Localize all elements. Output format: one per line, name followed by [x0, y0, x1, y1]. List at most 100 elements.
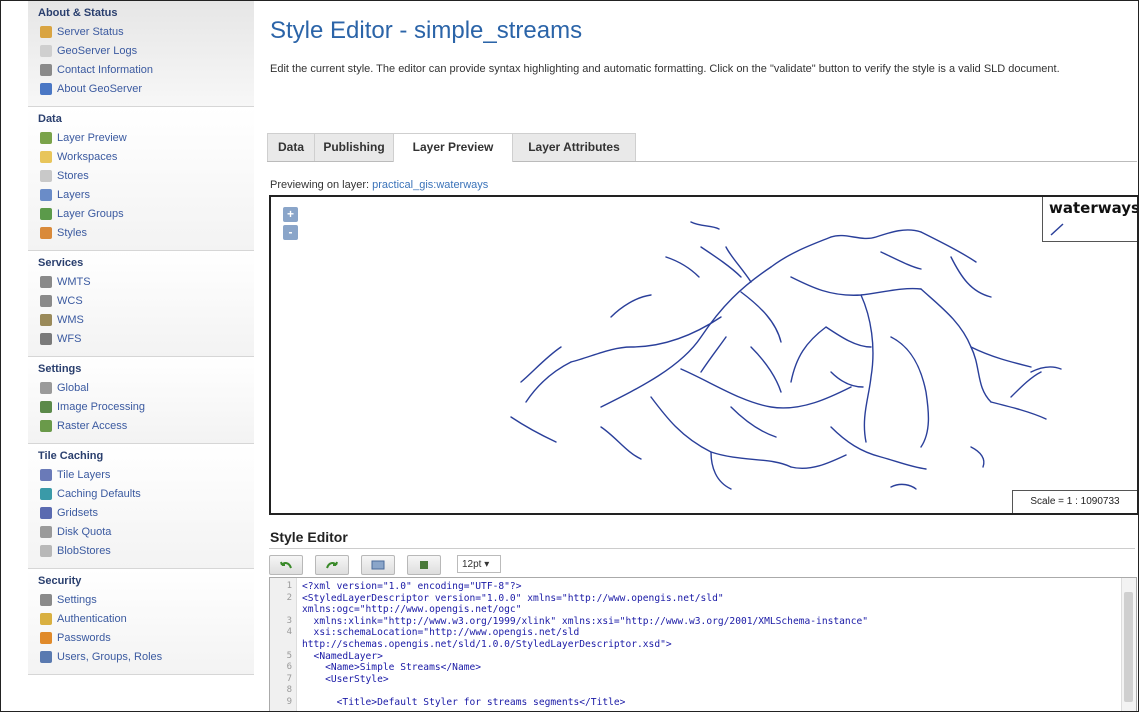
sidebar-item[interactable]: GeoServer Logs — [38, 41, 254, 60]
scale-readout: Scale = 1 : 1090733 — [1012, 490, 1137, 513]
palette-button[interactable] — [407, 555, 441, 575]
sidebar-item[interactable]: WFS — [38, 329, 254, 348]
server-status-icon — [40, 25, 52, 38]
logs-icon — [40, 44, 52, 57]
sidebar-item[interactable]: Image Processing — [38, 397, 254, 416]
undo-button[interactable] — [269, 555, 303, 575]
sidebar-item-label: Users, Groups, Roles — [57, 650, 163, 663]
river-segment — [890, 446, 985, 490]
format-icon — [371, 560, 385, 570]
palette-icon — [420, 561, 428, 569]
sidebar-item[interactable]: WCS — [38, 291, 254, 310]
sidebar-item[interactable]: WMTS — [38, 272, 254, 291]
sidebar-item[interactable]: Authentication — [38, 609, 254, 628]
preview-label-text: Previewing on layer: — [270, 179, 370, 191]
sidebar-item-label: Image Processing — [57, 400, 146, 413]
sidebar-section-title: Security — [38, 575, 82, 587]
font-size-select[interactable]: 12pt ▾ — [457, 555, 501, 573]
caching-defaults-icon — [40, 487, 52, 500]
sidebar-item[interactable]: Stores — [38, 166, 254, 185]
sidebar-item-label: WMTS — [57, 275, 91, 288]
redo-icon — [326, 561, 338, 569]
disk-quota-icon — [40, 525, 52, 538]
sidebar-item[interactable]: Passwords — [38, 628, 254, 647]
sidebar-item[interactable]: BlobStores — [38, 541, 254, 560]
format-button[interactable] — [361, 555, 395, 575]
authentication-icon — [40, 612, 52, 625]
undo-icon — [280, 561, 292, 569]
sidebar-item[interactable]: WMS — [38, 310, 254, 329]
sidebar-item-label: About GeoServer — [57, 82, 142, 95]
layers-icon — [40, 188, 52, 201]
river-segment — [970, 346, 1047, 420]
river-segment — [690, 221, 922, 270]
sidebar-item[interactable]: Gridsets — [38, 503, 254, 522]
sidebar-item-label: Passwords — [57, 631, 111, 644]
river-segment — [730, 346, 782, 438]
river-segment — [725, 236, 832, 283]
layer-link[interactable]: practical_gis:waterways — [372, 179, 488, 191]
sidebar-item[interactable]: Workspaces — [38, 147, 254, 166]
sidebar-item-label: Layers — [57, 188, 91, 201]
scrollbar-thumb[interactable] — [1124, 592, 1133, 702]
redo-button[interactable] — [315, 555, 349, 575]
map-legend: waterways — [1042, 197, 1137, 242]
tab-data[interactable]: Data — [267, 133, 315, 161]
river-segment — [710, 451, 847, 490]
sidebar-item-label: WFS — [57, 332, 82, 345]
sidebar-item-label: Tile Layers — [57, 468, 111, 481]
sidebar-item[interactable]: Server Status — [38, 22, 254, 41]
sidebar-item-label: Layer Groups — [57, 207, 124, 220]
line-number: 7 — [286, 673, 292, 684]
sidebar-item[interactable]: Users, Groups, Roles — [38, 647, 254, 666]
editor-scrollbar[interactable] — [1121, 578, 1136, 711]
tab-layer-preview[interactable]: Layer Preview — [393, 133, 513, 162]
sidebar-item[interactable]: Settings — [38, 590, 254, 609]
sidebar-item[interactable]: Tile Layers — [38, 465, 254, 484]
line-number: 3 — [286, 615, 292, 626]
line-number: 8 — [286, 685, 292, 696]
tab-publishing[interactable]: Publishing — [314, 133, 394, 161]
line-number: 6 — [286, 662, 292, 673]
river-segment — [920, 231, 992, 298]
code-line: <NamedLayer> — [302, 650, 383, 662]
sidebar-item[interactable]: Layers — [38, 185, 254, 204]
tile-layers-icon — [40, 468, 52, 481]
sidebar-item-label: Global — [57, 381, 89, 394]
code-editor[interactable]: 12 34 56789 <?xml version="1.0" encoding="… — [269, 577, 1137, 711]
geoserver-window: About & Status Server Status GeoServer Log… — [0, 0, 1139, 712]
code-line: xmlns:ogc="http://www.opengis.net/ogc" — [302, 604, 522, 616]
sidebar-item-label: Contact Information — [57, 63, 153, 76]
sidebar-item-label: WCS — [57, 294, 83, 307]
layer-preview-icon — [40, 131, 52, 144]
sidebar-item-label: Raster Access — [57, 419, 128, 432]
sidebar-item[interactable]: Disk Quota — [38, 522, 254, 541]
sidebar-item[interactable]: Global — [38, 378, 254, 397]
code-line: xsi:schemaLocation="http://www.opengis.n… — [302, 627, 580, 639]
sidebar-item[interactable]: Layer Groups — [38, 204, 254, 223]
sidebar-section: Services WMTS WCS WMS WFS — [28, 251, 254, 357]
sidebar-section-title: Services — [38, 257, 84, 269]
tab-layer-attributes[interactable]: Layer Attributes — [512, 133, 636, 161]
about-icon — [40, 82, 52, 95]
sidebar-item[interactable]: Caching Defaults — [38, 484, 254, 503]
sidebar-item[interactable]: Contact Information — [38, 60, 254, 79]
sidebar-gutter — [1, 1, 28, 711]
sidebar-item[interactable]: About GeoServer — [38, 79, 254, 98]
code-line: <?xml version="1.0" encoding="UTF-8"?> — [302, 581, 522, 592]
sidebar-item-label: Workspaces — [57, 150, 118, 163]
sidebar-item[interactable]: Styles — [38, 223, 254, 242]
styles-icon — [40, 226, 52, 239]
line-number: 5 — [286, 650, 292, 661]
sidebar-item-label: Authentication — [57, 612, 127, 625]
gridsets-icon — [40, 506, 52, 519]
legend-line-symbol — [1050, 223, 1064, 236]
sidebar-item-label: Caching Defaults — [57, 487, 141, 500]
river-segment — [860, 294, 874, 443]
sidebar-item[interactable]: Raster Access — [38, 416, 254, 435]
raster-access-icon — [40, 419, 52, 432]
sidebar-item[interactable]: Layer Preview — [38, 128, 254, 147]
map-preview[interactable]: + - waterways Scale = 1: 1090733 — [269, 195, 1138, 515]
sidebar-item-label: Styles — [57, 226, 87, 239]
sidebar-item-label: Gridsets — [57, 506, 98, 519]
